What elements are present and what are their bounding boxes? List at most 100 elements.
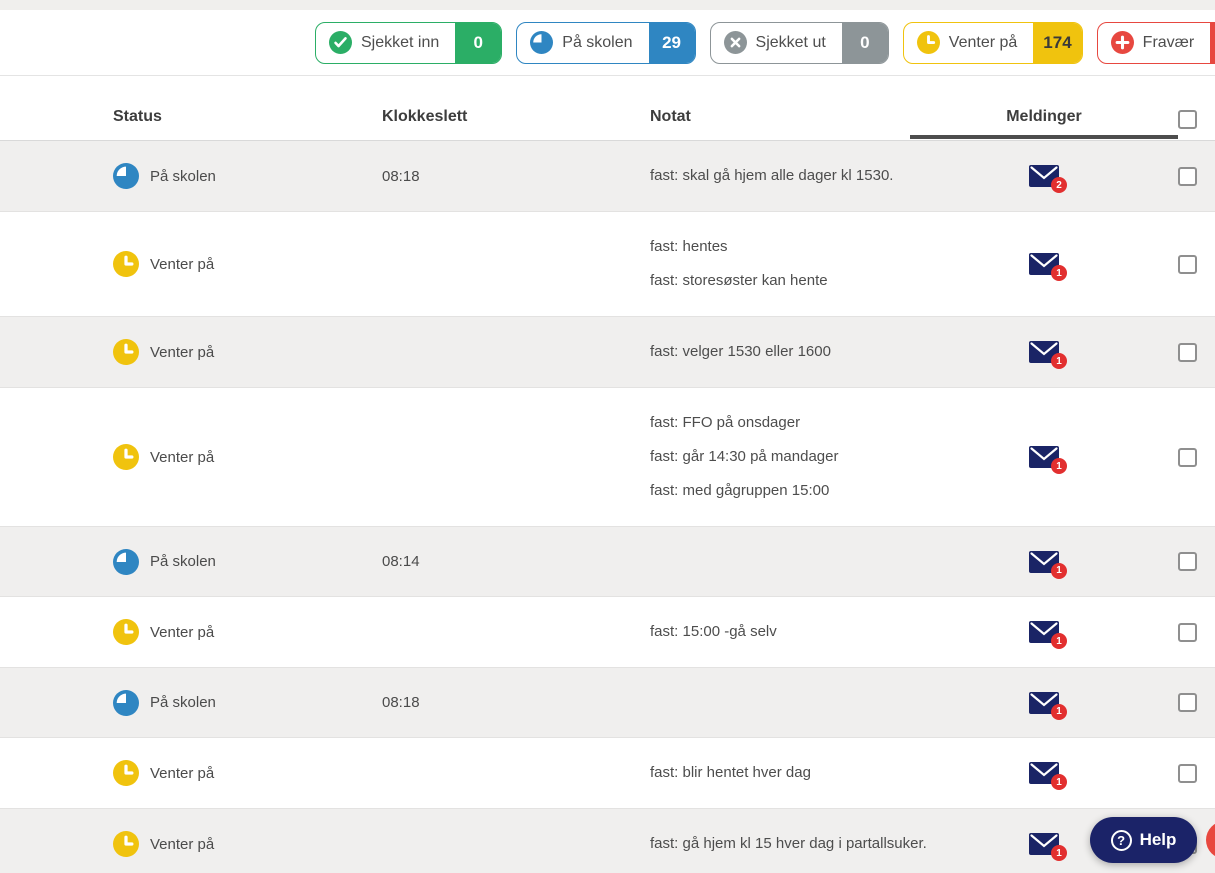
question-mark-icon: ? [1110, 829, 1132, 851]
filter-chip-count: 174 [1033, 22, 1082, 63]
clock-icon [113, 339, 139, 365]
note-text: fast: gå hjem kl 15 hver dag i partallsu… [650, 835, 927, 852]
filter-chip-fravaer[interactable]: Fravær 4 [1096, 21, 1215, 64]
message-envelope-icon[interactable]: 1 [1029, 621, 1067, 649]
table-row[interactable]: Venter på fast: gå hjem kl 15 hver dag i… [0, 809, 1215, 873]
row-checkbox[interactable] [1178, 552, 1197, 571]
select-all-checkbox[interactable] [1178, 110, 1197, 129]
status-label: På skolen [150, 167, 216, 185]
status-cell: På skolen [113, 689, 382, 716]
table-row[interactable]: Venter på fast: velger 1530 eller 1600 1 [0, 317, 1215, 388]
message-count-badge: 1 [1051, 633, 1067, 649]
row-checkbox[interactable] [1178, 447, 1197, 467]
note-cell: fast: velger 1530 eller 1600 [650, 317, 995, 387]
note-text: fast: 15:00 -gå selv [650, 623, 777, 640]
clock-pie-icon [113, 163, 139, 189]
filter-chip-sjekket-inn[interactable]: Sjekket inn 0 [315, 21, 503, 64]
status-cell: Venter på [113, 760, 382, 786]
status-cell: Venter på [113, 339, 382, 365]
table-header: Status Klokkeslett Notat Meldinger [0, 76, 1215, 141]
row-checkbox[interactable] [1178, 763, 1197, 783]
note-text: fast: blir hentet hver dag [650, 764, 811, 781]
help-button-label: Help [1139, 830, 1177, 849]
clock-icon [113, 444, 139, 470]
plus-circle-icon [1110, 31, 1134, 54]
status-cell: På skolen [113, 163, 382, 189]
row-checkbox[interactable] [1178, 693, 1197, 712]
status-label: Venter på [150, 835, 215, 853]
status-cell: Venter på [113, 831, 382, 857]
clock-icon [916, 31, 940, 54]
clock-icon [113, 251, 139, 277]
row-checkbox[interactable] [1178, 166, 1197, 186]
help-button[interactable]: ? Help [1090, 817, 1197, 863]
table-body: På skolen 08:18 fast: skal gå hjem alle … [0, 141, 1215, 873]
table-row[interactable]: Venter på fast: blir hentet hver dag 1 [0, 738, 1215, 809]
column-header-status: Status [113, 108, 162, 125]
x-circle-icon [723, 31, 747, 54]
status-cell: På skolen [113, 548, 382, 575]
message-envelope-icon[interactable]: 2 [1029, 165, 1067, 193]
clock-pie-icon [113, 548, 139, 575]
table-row[interactable]: Venter på fast: hentes fast: storesøster … [0, 212, 1215, 317]
message-envelope-icon[interactable]: 1 [1029, 691, 1067, 720]
filter-chip-label: Sjekket ut [755, 33, 826, 51]
message-count-badge: 1 [1051, 845, 1067, 861]
note-cell: fast: 15:00 -gå selv [650, 597, 995, 667]
filter-chip-pa-skolen[interactable]: På skolen 29 [516, 21, 696, 64]
note-cell: fast: skal gå hjem alle dager kl 1530. [650, 141, 995, 211]
clock-icon [113, 619, 139, 645]
message-envelope-icon[interactable]: 1 [1029, 253, 1067, 281]
clock-icon [113, 831, 139, 857]
note-text: fast: storesøster kan hente [650, 272, 828, 289]
status-label: På skolen [150, 553, 216, 570]
status-label: Venter på [150, 623, 215, 641]
message-count-badge: 1 [1051, 353, 1067, 369]
row-checkbox[interactable] [1178, 342, 1197, 362]
note-text: fast: går 14:30 på mandager [650, 448, 839, 465]
message-envelope-icon[interactable]: 1 [1029, 550, 1067, 579]
row-checkbox[interactable] [1178, 254, 1197, 274]
table-row[interactable]: Venter på fast: 15:00 -gå selv 1 [0, 597, 1215, 668]
note-cell: fast: FFO på onsdager fast: går 14:30 på … [650, 388, 995, 526]
message-envelope-icon[interactable]: 1 [1029, 446, 1067, 474]
row-checkbox[interactable] [1178, 622, 1197, 642]
column-header-time: Klokkeslett [382, 108, 468, 125]
note-text: fast: hentes [650, 238, 728, 255]
top-strip [0, 0, 1215, 10]
clock-pie-icon [113, 689, 139, 716]
time-cell: 08:18 [382, 167, 420, 185]
note-text: fast: skal gå hjem alle dager kl 1530. [650, 167, 894, 184]
column-header-note: Notat [650, 108, 691, 125]
message-envelope-icon[interactable]: 1 [1029, 762, 1067, 790]
status-cell: Venter på [113, 619, 382, 645]
table-row[interactable]: På skolen 08:14 1 [0, 527, 1215, 597]
status-label: Venter på [150, 448, 215, 466]
message-envelope-icon[interactable]: 1 [1029, 833, 1067, 861]
filter-bar: Sjekket inn 0 På skolen 29 Sjekket ut 0 … [0, 10, 1215, 76]
note-cell [650, 544, 995, 580]
message-envelope-icon[interactable]: 1 [1029, 341, 1067, 369]
table-row[interactable]: På skolen 08:18 1 [0, 668, 1215, 738]
table-row[interactable]: På skolen 08:18 fast: skal gå hjem alle … [0, 141, 1215, 212]
status-cell: Venter på [113, 444, 382, 470]
message-count-badge: 1 [1051, 703, 1067, 720]
filter-chip-label: Venter på [948, 33, 1018, 51]
status-cell: Venter på [113, 251, 382, 277]
filter-chip-count: 0 [455, 22, 502, 63]
column-header-messages: Meldinger [1006, 108, 1082, 125]
filter-chip-sjekket-ut[interactable]: Sjekket ut 0 [709, 21, 889, 64]
table-row[interactable]: Venter på fast: FFO på onsdager fast: går… [0, 388, 1215, 527]
message-count-badge: 1 [1051, 562, 1067, 579]
filter-chip-count: 0 [841, 22, 888, 63]
meldinger-underline [910, 135, 1178, 139]
status-label: Venter på [150, 255, 215, 273]
filter-chip-count: 4 [1210, 22, 1215, 63]
filter-chip-venter-pa[interactable]: Venter på 174 [902, 21, 1083, 64]
note-text: fast: FFO på onsdager [650, 414, 801, 431]
note-text: fast: velger 1530 eller 1600 [650, 343, 831, 360]
status-label: Venter på [150, 343, 215, 361]
filter-chip-label: Sjekket inn [361, 33, 440, 51]
filter-chip-label: Fravær [1142, 33, 1195, 51]
note-text: fast: med gågruppen 15:00 [650, 482, 830, 499]
